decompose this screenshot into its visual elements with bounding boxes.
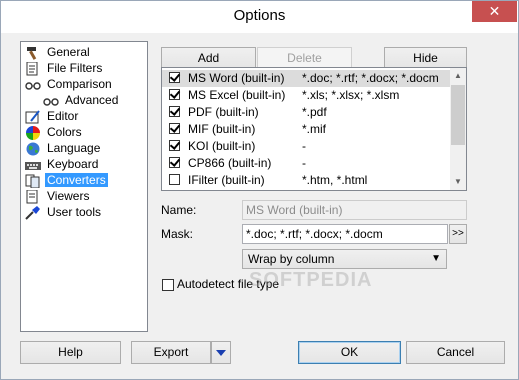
tree-item-viewers[interactable]: Viewers — [25, 188, 91, 204]
enabled-checkbox[interactable] — [169, 106, 180, 117]
hide-button[interactable]: Hide — [384, 47, 467, 69]
color-wheel-icon — [25, 125, 41, 140]
export-button[interactable]: Export — [131, 341, 211, 364]
mask-field[interactable]: *.doc; *.rtf; *.docx; *.docm — [242, 224, 448, 244]
scroll-down-icon[interactable]: ▼ — [450, 174, 466, 190]
ok-button[interactable]: OK — [298, 341, 401, 364]
tree-item-advanced[interactable]: Advanced — [43, 92, 120, 108]
mask-more-button[interactable]: >> — [449, 224, 467, 244]
editor-icon — [25, 110, 41, 124]
mask-label: Mask: — [161, 227, 194, 241]
options-tree[interactable]: General File Filters Comparison Advanced — [20, 41, 148, 332]
tree-item-comparison[interactable]: Comparison — [25, 76, 114, 92]
list-item[interactable]: MIF (built-in) *.mif — [162, 121, 451, 138]
autodetect-checkbox[interactable] — [162, 279, 174, 291]
wrap-select[interactable]: Wrap by column ▼ — [242, 249, 447, 269]
cancel-button[interactable]: Cancel — [406, 341, 505, 364]
tree-item-colors[interactable]: Colors — [25, 124, 84, 140]
list-scrollbar[interactable]: ▲ ▼ — [450, 68, 466, 190]
close-button[interactable]: ✕ — [472, 1, 517, 22]
window-title: Options — [233, 7, 286, 24]
chevron-down-icon — [216, 345, 226, 359]
watermark: SOFTPEDIA — [249, 269, 373, 291]
globe-icon — [25, 142, 41, 156]
tree-item-general[interactable]: General — [25, 44, 92, 60]
user-tools-icon — [25, 205, 41, 220]
options-dialog: Options ✕ General File Filters Compariso… — [0, 0, 519, 380]
scroll-thumb[interactable] — [451, 85, 465, 145]
glasses-icon — [43, 94, 59, 108]
enabled-checkbox[interactable] — [169, 89, 180, 100]
tree-item-file-filters[interactable]: File Filters — [25, 60, 104, 76]
tree-item-editor[interactable]: Editor — [25, 108, 80, 124]
scroll-up-icon[interactable]: ▲ — [450, 68, 466, 84]
help-button[interactable]: Help — [20, 341, 121, 364]
viewer-icon — [25, 189, 41, 204]
wrap-select-value: Wrap by column — [248, 252, 335, 266]
name-label: Name: — [161, 203, 197, 217]
tree-item-converters[interactable]: Converters — [25, 172, 108, 189]
enabled-checkbox[interactable] — [169, 123, 180, 134]
name-field: MS Word (built-in) — [242, 200, 467, 220]
list-item[interactable]: MS Word (built-in) *.doc; *.rtf; *.docx;… — [162, 70, 451, 87]
add-button[interactable]: Add — [161, 47, 256, 69]
tree-item-language[interactable]: Language — [25, 140, 102, 156]
enabled-checkbox[interactable] — [169, 174, 180, 185]
tree-item-keyboard[interactable]: Keyboard — [25, 156, 100, 172]
list-item[interactable]: MS Excel (built-in) *.xls; *.xlsx; *.xls… — [162, 87, 451, 104]
close-icon: ✕ — [488, 3, 501, 19]
list-item[interactable]: KOI (built-in) - — [162, 138, 451, 155]
hammer-icon — [25, 46, 41, 60]
title-bar: Options ✕ — [1, 1, 518, 33]
keyboard-icon — [25, 158, 41, 172]
converter-icon — [25, 174, 41, 189]
enabled-checkbox[interactable] — [169, 140, 180, 151]
chevron-down-icon: ▼ — [431, 253, 441, 264]
file-filter-icon — [25, 61, 41, 76]
enabled-checkbox[interactable] — [169, 157, 180, 168]
delete-button[interactable]: Delete — [257, 47, 352, 69]
list-item[interactable]: IFilter (built-in) *.htm, *.html — [162, 172, 451, 189]
export-dropdown-button[interactable] — [211, 341, 231, 364]
converters-list[interactable]: MS Word (built-in) *.doc; *.rtf; *.docx;… — [161, 67, 467, 191]
glasses-icon — [25, 78, 41, 92]
list-item[interactable]: PDF (built-in) *.pdf — [162, 104, 451, 121]
list-item[interactable]: CP866 (built-in) - — [162, 155, 451, 172]
enabled-checkbox[interactable] — [169, 72, 180, 83]
tree-item-user-tools[interactable]: User tools — [25, 204, 103, 220]
dialog-client: General File Filters Comparison Advanced — [1, 33, 518, 379]
